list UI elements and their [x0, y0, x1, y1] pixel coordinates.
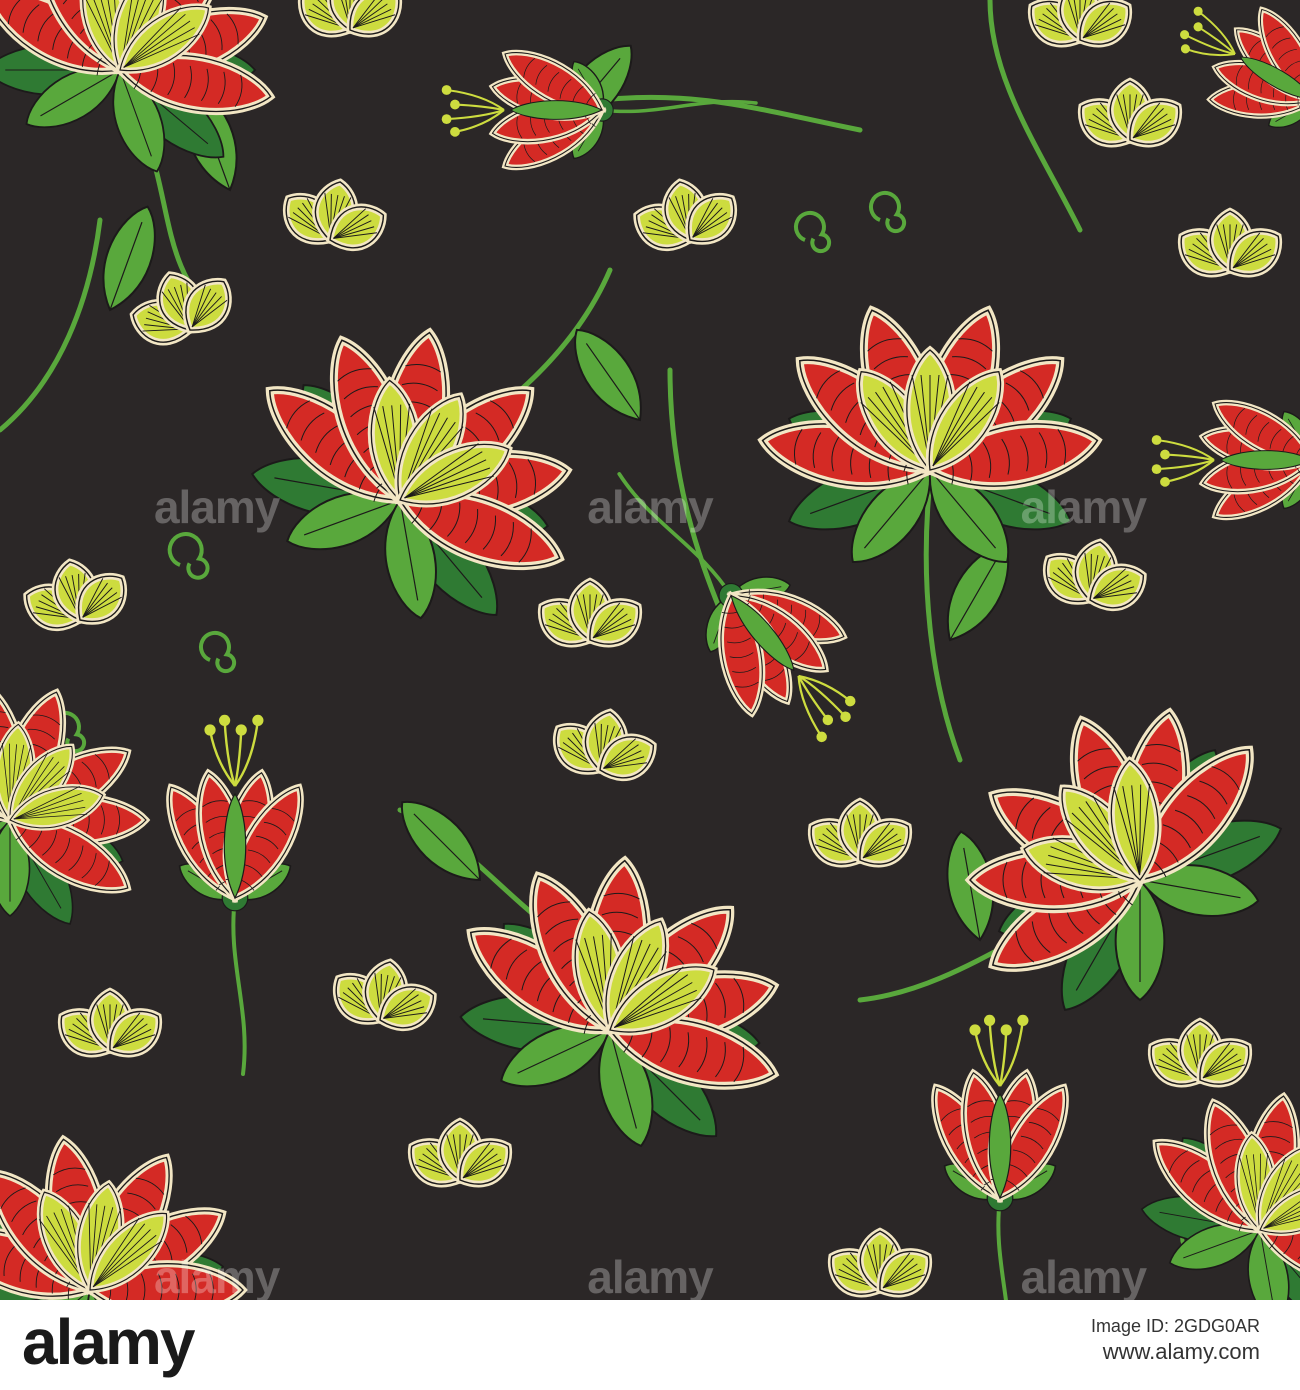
- stock-footer: alamy Image ID: 2GDG0AR www.alamy.com: [0, 1300, 1300, 1390]
- floral-pattern-image: alamy alamy alamy alamy alamy alamy: [0, 0, 1300, 1300]
- floral-pattern-svg: [0, 0, 1300, 1300]
- image-id: Image ID: 2GDG0AR: [1090, 1316, 1260, 1336]
- footer-meta: Image ID: 2GDG0AR www.alamy.com: [1091, 1316, 1260, 1365]
- site-url: www.alamy.com: [1102, 1339, 1260, 1364]
- alamy-logo: alamy: [22, 1306, 195, 1378]
